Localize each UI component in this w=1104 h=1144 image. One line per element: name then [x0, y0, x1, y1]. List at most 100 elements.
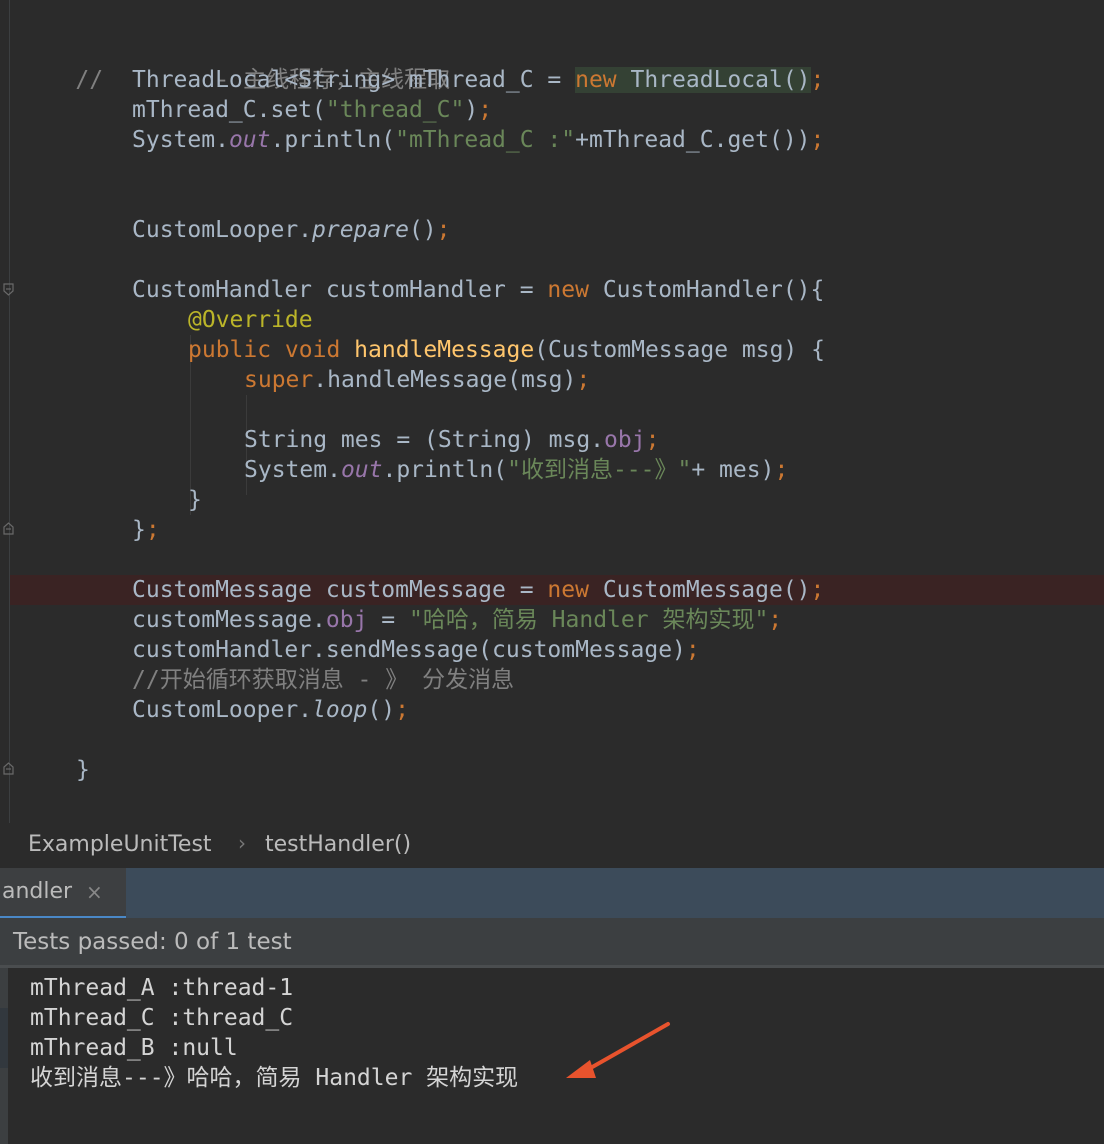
keyword: super	[244, 367, 314, 393]
semicolon: ;	[145, 517, 160, 543]
code-text: customMessage.	[132, 607, 326, 633]
code-text: CustomMessage()	[588, 577, 811, 603]
test-status-bar: Tests passed: 0 of 1 test	[0, 918, 1104, 968]
code-text: CustomHandler customHandler =	[132, 277, 548, 303]
code-text: }	[132, 517, 146, 543]
run-tab-bar: andler ×	[0, 868, 1104, 918]
method-declaration: handleMessage	[354, 337, 535, 363]
code-line: super.handleMessage(msg);	[244, 365, 590, 395]
keyword-new: new	[575, 67, 617, 93]
code-text: CustomHandler(){	[588, 277, 825, 303]
close-icon[interactable]: ×	[86, 880, 103, 904]
code-text: ThreadLocal<String> mThread_C =	[132, 67, 576, 93]
code-text: }	[188, 487, 202, 513]
code-line: CustomHandler customHandler = new Custom…	[132, 275, 824, 305]
static-method: prepare	[312, 217, 409, 243]
console-line: 收到消息---》哈哈，简易 Handler 架构实现	[30, 1065, 519, 1091]
code-text: + mes)	[691, 457, 775, 483]
semicolon: ;	[774, 457, 789, 483]
code-line: customMessage.obj = "哈哈，简易 Handler 架构实现"…	[132, 605, 782, 635]
comment-text: //开始循环获取消息 - 》 分发消息	[132, 667, 515, 693]
semicolon: ;	[768, 607, 783, 633]
code-text: String mes = (String) msg.	[244, 427, 605, 453]
code-line: String mes = (String) msg.obj;	[244, 425, 659, 455]
code-text: ()	[408, 217, 437, 243]
code-text: System.	[244, 457, 341, 483]
field: obj	[604, 427, 646, 453]
code-line: customHandler.sendMessage(customMessage)…	[132, 635, 700, 665]
keyword-new: new	[547, 577, 589, 603]
code-line: //开始循环获取消息 - 》 分发消息	[132, 665, 514, 695]
code-line: CustomMessage customMessage = new Custom…	[132, 575, 824, 605]
comment-text: //	[75, 67, 104, 93]
string-literal: "thread_C"	[325, 97, 465, 123]
code-line: }	[76, 755, 90, 785]
code-line: CustomLooper.loop();	[132, 695, 409, 725]
code-text: mThread_C.set(	[132, 97, 326, 123]
gutter-divider	[9, 0, 10, 823]
code-line: };	[132, 515, 160, 545]
code-text: )	[464, 97, 479, 123]
console-line: mThread_B :null	[30, 1035, 238, 1061]
string-literal: "收到消息---》"	[507, 457, 692, 483]
fold-marker-icon[interactable]	[3, 283, 14, 296]
keyword-new: new	[547, 277, 589, 303]
breadcrumb-class[interactable]: ExampleUnitTest	[28, 832, 212, 857]
annotation: @Override	[188, 307, 313, 333]
code-line: System.out.println("mThread_C :"+mThread…	[132, 125, 824, 155]
field: obj	[325, 607, 368, 633]
semicolon: ;	[478, 97, 493, 123]
console-gutter	[0, 968, 8, 1144]
code-text: .println(	[382, 457, 508, 483]
console-output[interactable]: mThread_A :thread-1 mThread_C :thread_C …	[0, 968, 1104, 1144]
semicolon: ;	[436, 217, 451, 243]
fold-marker-icon[interactable]	[3, 762, 14, 775]
run-tab[interactable]: andler ×	[0, 868, 126, 918]
static-field: out	[228, 127, 271, 153]
code-text: CustomLooper.	[132, 217, 313, 243]
code-editor[interactable]: // - 主线程存，主线程取 ThreadLocal<String> mThre…	[0, 0, 1104, 823]
code-line: System.out.println("收到消息---》"+ mes);	[244, 455, 788, 485]
semicolon: ;	[576, 367, 591, 393]
semicolon: ;	[810, 67, 825, 93]
code-text: CustomLooper.	[132, 697, 313, 723]
code-text: ThreadLocal()	[616, 67, 811, 93]
code-text: .handleMessage(msg)	[313, 367, 577, 393]
semicolon: ;	[645, 427, 660, 453]
code-text: +mThread_C.get())	[575, 127, 811, 153]
code-text: System.	[132, 127, 229, 153]
static-field: out	[340, 457, 383, 483]
string-literal: "哈哈，简易 Handler 架构实现"	[408, 607, 769, 633]
run-tab-label: andler	[2, 879, 73, 904]
breadcrumb: ExampleUnitTest › testHandler()	[0, 823, 1104, 868]
fold-marker-icon[interactable]	[3, 522, 14, 535]
test-status-text: Tests passed: 0 of 1 test	[13, 929, 292, 955]
code-text: }	[76, 757, 90, 783]
semicolon: ;	[810, 127, 825, 153]
annotation-arrow-icon	[560, 1020, 680, 1094]
semicolon: ;	[810, 577, 825, 603]
static-method: loop	[312, 697, 368, 723]
code-line: @Override	[188, 305, 313, 335]
code-text: ()	[367, 697, 396, 723]
code-text: CustomMessage customMessage =	[132, 577, 548, 603]
string-literal: "mThread_C :"	[395, 127, 576, 153]
semicolon: ;	[685, 637, 700, 663]
console-line: mThread_A :thread-1	[30, 975, 294, 1001]
console-line: mThread_C :thread_C	[30, 1005, 294, 1031]
chevron-right-icon: ›	[238, 831, 246, 855]
code-text: (CustomMessage msg) {	[534, 337, 825, 363]
code-text: .println(	[270, 127, 396, 153]
code-line: }	[188, 485, 202, 515]
code-line: public void handleMessage(CustomMessage …	[188, 335, 825, 365]
code-line: ThreadLocal<String> mThread_C = new Thre…	[132, 65, 824, 95]
semicolon: ;	[395, 697, 409, 723]
keyword: public void	[188, 337, 355, 363]
code-line: mThread_C.set("thread_C");	[132, 95, 492, 125]
code-line: //	[20, 35, 103, 93]
code-text: customHandler.sendMessage(customMessage)	[132, 637, 686, 663]
code-text: =	[367, 607, 409, 633]
code-line: - 主线程存，主线程取	[160, 35, 450, 93]
breadcrumb-method[interactable]: testHandler()	[265, 832, 411, 857]
code-line: CustomLooper.prepare();	[132, 215, 451, 245]
